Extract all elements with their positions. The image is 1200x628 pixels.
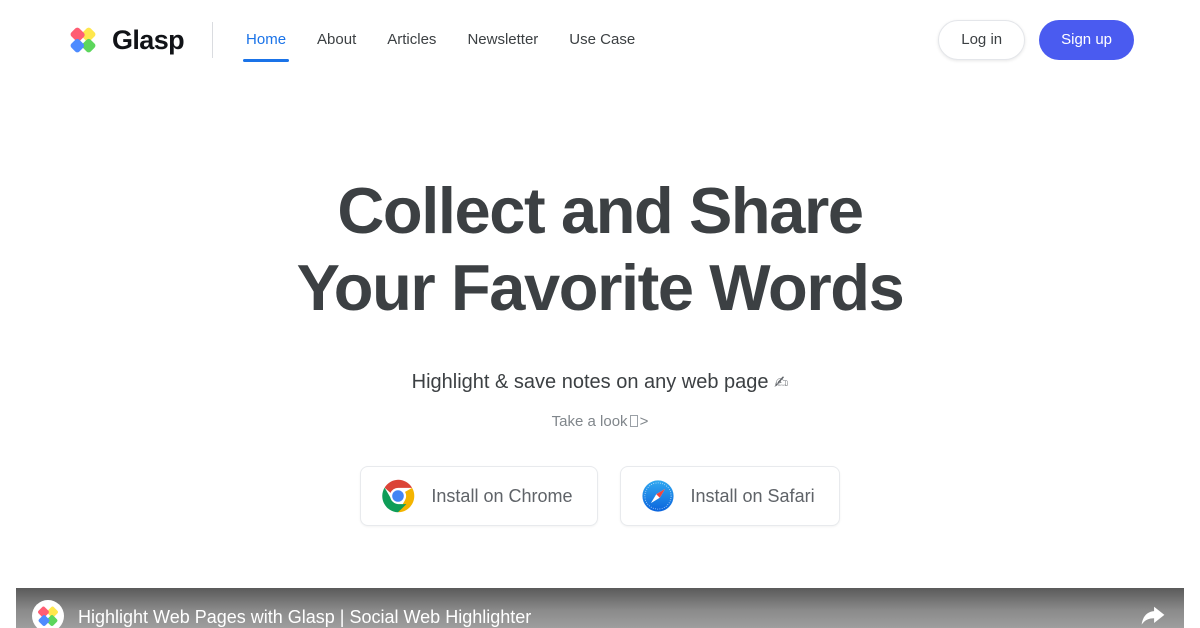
page-title-line-2: Your Favorite Words [296, 251, 905, 325]
sign-up-button[interactable]: Sign up [1039, 20, 1134, 60]
glasp-channel-avatar[interactable] [32, 600, 64, 628]
log-in-button[interactable]: Log in [938, 20, 1026, 60]
install-on-safari-button[interactable]: Install on Safari [619, 465, 840, 526]
page-title-line-1: Collect and Share [337, 174, 864, 247]
safari-icon [641, 480, 674, 512]
youtube-top-bar: Highlight Web Pages with Glasp | Social … [16, 588, 1184, 628]
nav-item-newsletter[interactable]: Newsletter [465, 26, 540, 54]
nav-item-home[interactable]: Home [243, 26, 290, 62]
pointing-down-icon [629, 414, 638, 427]
hero-section: Collect and Share Your Favorite Words Hi… [0, 80, 1200, 526]
hero-subtitle-text: Highlight & save notes on any web page [411, 370, 769, 393]
brand-name: Glasp [112, 24, 185, 55]
install-buttons-row: Install on Chrome Install on Safari [0, 465, 1200, 526]
page-title: Collect and Share Your Favorite Words [0, 172, 1200, 327]
install-on-safari-label: Install on Safari [690, 485, 815, 506]
install-on-chrome-label: Install on Chrome [431, 485, 573, 506]
take-a-look-chevron: > [639, 412, 649, 430]
pen-icon: ✍ [774, 372, 789, 393]
primary-nav: Home About Articles Newsletter Use Case [230, 26, 938, 62]
nav-item-articles[interactable]: Articles [385, 26, 438, 54]
take-a-look-link[interactable]: Take a look > [0, 412, 1200, 432]
youtube-embed-overlay[interactable]: Highlight Web Pages with Glasp | Social … [16, 588, 1184, 628]
video-title[interactable]: Highlight Web Pages with Glasp | Social … [78, 606, 1126, 628]
nav-item-about[interactable]: About [315, 26, 358, 54]
chrome-icon [382, 479, 415, 512]
auth-actions: Log in Sign up [938, 20, 1134, 60]
brand-logo-link[interactable]: Glasp [66, 23, 185, 57]
hero-subtitle: Highlight & save notes on any web page ✍ [0, 369, 1200, 396]
take-a-look-label: Take a look [551, 412, 628, 430]
nav-item-use-case[interactable]: Use Case [567, 26, 637, 54]
site-header: Glasp Home About Articles Newsletter Use… [0, 0, 1200, 80]
share-icon[interactable] [1140, 605, 1166, 627]
header-divider [212, 22, 214, 58]
glasp-diamond-logo [66, 23, 100, 57]
install-on-chrome-button[interactable]: Install on Chrome [360, 465, 598, 526]
